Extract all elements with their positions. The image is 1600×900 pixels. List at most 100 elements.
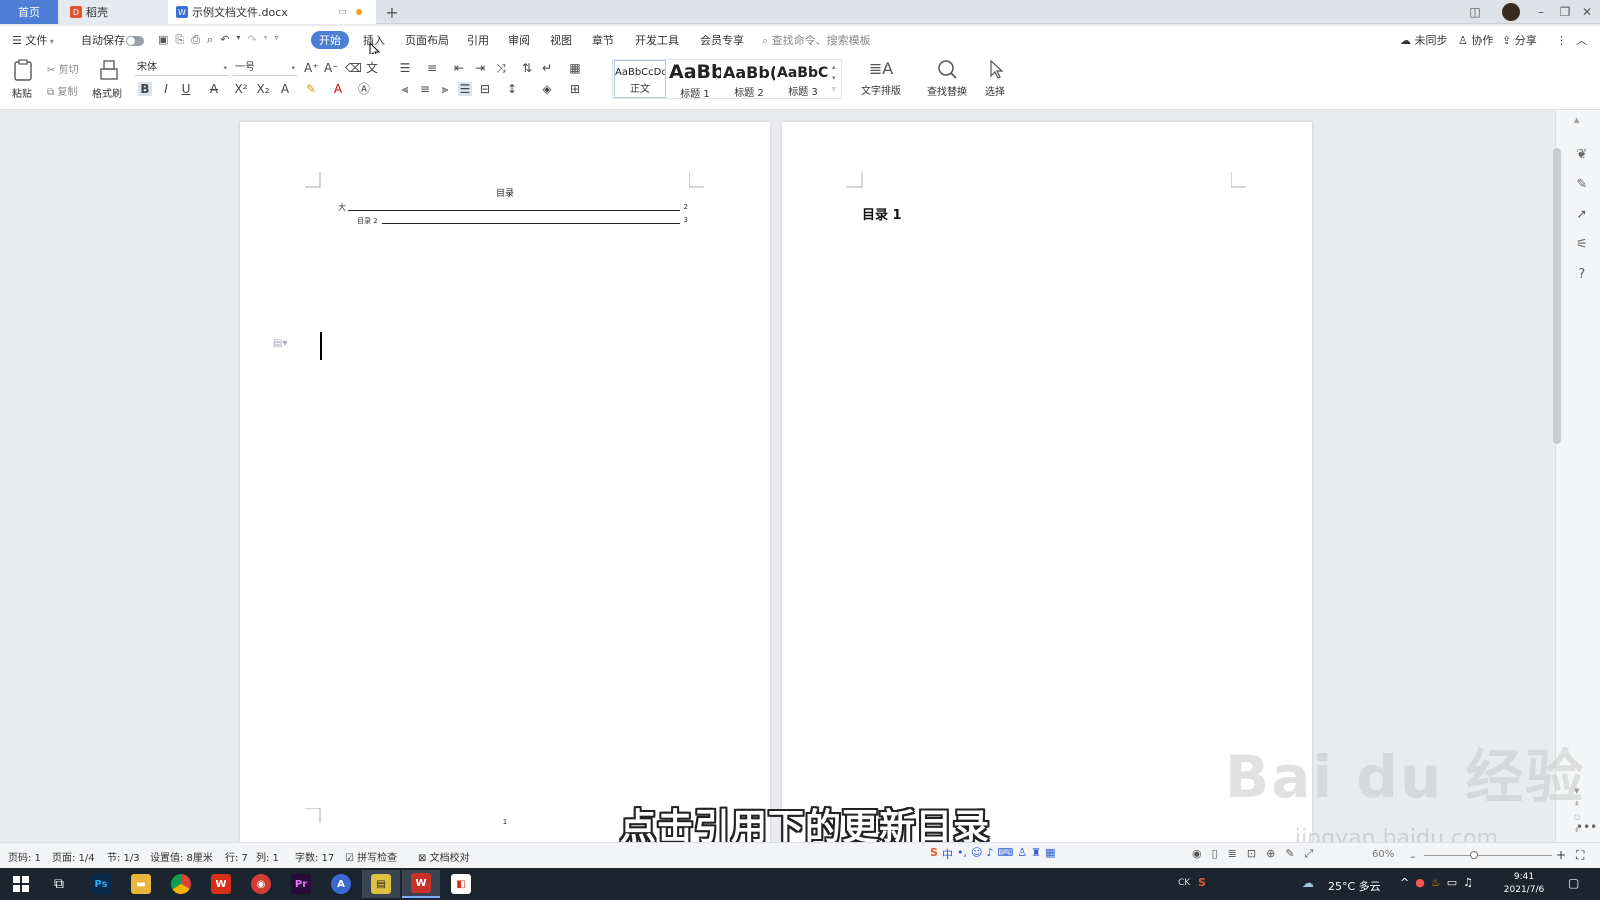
status-setting[interactable]: 设置值: 8厘米: [150, 849, 213, 864]
read-view-icon[interactable]: ⊡: [1247, 847, 1256, 861]
find-replace-button[interactable]: 查找替换: [922, 59, 972, 99]
menu-references[interactable]: 引用: [467, 33, 489, 49]
paragraph-options-icon[interactable]: ▤▾: [273, 338, 287, 349]
bold-icon[interactable]: B: [138, 82, 152, 96]
phonetic-icon[interactable]: 文: [365, 61, 379, 75]
taskbar-wps[interactable]: W: [202, 870, 240, 898]
menu-member[interactable]: 会员专享: [700, 33, 744, 49]
edit-view-icon[interactable]: ✎: [1285, 847, 1294, 861]
italic-icon[interactable]: I: [159, 82, 173, 96]
layout-icon[interactable]: ◫: [1466, 4, 1484, 20]
zoom-level[interactable]: 60%: [1372, 849, 1394, 860]
font-color-icon[interactable]: A: [331, 82, 345, 96]
subscript-icon[interactable]: X₂: [256, 82, 270, 96]
align-center-icon[interactable]: ≡: [418, 82, 432, 96]
style-heading-1[interactable]: AaBb 标题 1: [668, 60, 722, 100]
format-painter-button[interactable]: 格式刷: [92, 59, 126, 100]
align-right-icon[interactable]: ⫸: [438, 82, 452, 96]
redo-icon[interactable]: ↷: [247, 33, 256, 47]
select-button[interactable]: 选择: [978, 59, 1012, 99]
taskbar-app-a[interactable]: A: [322, 870, 360, 898]
zoom-in-icon[interactable]: +: [1556, 848, 1566, 862]
highlight-icon[interactable]: ✎: [304, 82, 318, 96]
paste-button[interactable]: 粘贴: [12, 59, 38, 100]
taskbar-photoshop[interactable]: Ps: [82, 870, 120, 898]
chevron-up-icon[interactable]: ▴: [832, 62, 836, 73]
zoom-slider[interactable]: [1424, 855, 1552, 856]
superscript-icon[interactable]: X²: [234, 82, 248, 96]
sort-icon[interactable]: ⇅: [520, 61, 534, 75]
decrease-indent-icon[interactable]: ⇤: [452, 61, 466, 75]
file-menu[interactable]: ☰ 文件 ▾: [12, 33, 54, 49]
page-view-icon[interactable]: ▯: [1212, 847, 1218, 861]
collab-button[interactable]: ♙ 协作: [1458, 33, 1493, 49]
autosave-toggle[interactable]: [126, 36, 144, 46]
restore-icon[interactable]: ❐: [1556, 4, 1574, 20]
volume-icon[interactable]: ♫: [1463, 876, 1473, 889]
chevron-down-icon[interactable]: ▾: [264, 33, 268, 47]
outline-view-icon[interactable]: ≣: [1228, 847, 1237, 861]
more-icon[interactable]: •••: [1576, 820, 1597, 834]
zoom-out-icon[interactable]: –: [1410, 850, 1416, 863]
quick-access-more-icon[interactable]: ▿: [275, 33, 279, 47]
cursor-icon[interactable]: ➚: [1576, 200, 1588, 230]
command-search[interactable]: ⌕ 查找命令、搜索模板: [762, 33, 871, 49]
status-row[interactable]: 行: 7: [225, 849, 248, 864]
font-name-select[interactable]: 宋体 ▾: [135, 60, 229, 76]
taskbar-writer[interactable]: W: [402, 870, 440, 898]
taskbar-slides[interactable]: ◧: [442, 870, 480, 898]
fullscreen-icon[interactable]: ⛶: [1576, 848, 1584, 863]
bullet-list-icon[interactable]: ☰: [398, 61, 412, 75]
help-icon[interactable]: ?: [1576, 260, 1588, 290]
taskbar-explorer[interactable]: ▬: [122, 870, 160, 898]
underline-icon[interactable]: U: [179, 82, 193, 96]
eye-icon[interactable]: ◉: [1192, 847, 1202, 861]
style-normal[interactable]: AaBbCcDd 正文: [614, 60, 666, 98]
scroll-up-icon[interactable]: ▲: [1574, 116, 1579, 124]
text-layout-button[interactable]: ≣A 文字排版: [856, 59, 906, 99]
avatar[interactable]: [1502, 3, 1520, 21]
distributed-icon[interactable]: ⊟: [478, 82, 492, 96]
style-heading-2[interactable]: AaBb( 标题 2: [722, 60, 776, 99]
taskbar-netease[interactable]: ◉: [242, 870, 280, 898]
minimize-icon[interactable]: –: [1532, 4, 1550, 20]
spell-check-button[interactable]: ☑ 拼写检查: [345, 849, 397, 864]
tab-document[interactable]: W 示例文档文件.docx ▭: [168, 0, 376, 24]
cut-button[interactable]: ✂ 剪切: [47, 61, 79, 76]
clock[interactable]: 9:41 2021/7/6: [1496, 871, 1552, 897]
web-view-icon[interactable]: ⊕: [1266, 847, 1275, 861]
status-section[interactable]: 节: 1/3: [107, 849, 140, 864]
taskbar-premiere[interactable]: Pr: [282, 870, 320, 898]
decrease-font-icon[interactable]: A⁻: [324, 61, 339, 75]
weather-text[interactable]: 25°C 多云: [1328, 878, 1381, 894]
more-vertical-icon[interactable]: ⋮: [1556, 33, 1567, 49]
monitor-icon[interactable]: ▭: [338, 7, 347, 17]
page-1[interactable]: 目录 大 2 目录 2 3 ▤▾ 1: [240, 122, 770, 842]
save-icon[interactable]: ▣: [158, 33, 168, 47]
vertical-scrollbar[interactable]: [1553, 148, 1561, 444]
chevron-down-icon[interactable]: ▾: [236, 33, 240, 47]
taskbar-recorder[interactable]: ▤: [362, 870, 400, 898]
fit-icon[interactable]: ⤢: [1305, 847, 1314, 861]
zoom-slider-thumb[interactable]: [1470, 851, 1478, 859]
line-spacing-icon[interactable]: ↕: [505, 82, 519, 96]
align-left-icon[interactable]: ⫷: [398, 82, 412, 96]
network-icon[interactable]: ▭: [1447, 876, 1457, 889]
shading-icon[interactable]: ◈: [540, 82, 554, 96]
font-size-select[interactable]: 一号 ▾: [233, 60, 297, 76]
chinese-layout-icon[interactable]: ⤨: [494, 61, 508, 75]
expand-icon[interactable]: ▿: [832, 84, 836, 95]
sync-status[interactable]: ☁ 未同步: [1400, 33, 1448, 49]
antivirus-icon[interactable]: ♨: [1431, 876, 1441, 889]
eraser-icon[interactable]: ⌫: [345, 61, 362, 75]
increase-indent-icon[interactable]: ⇥: [473, 61, 487, 75]
close-icon[interactable]: ✕: [1578, 4, 1596, 20]
notification-icon[interactable]: ▢: [1568, 876, 1579, 890]
save-as-icon[interactable]: ⎘: [175, 33, 184, 47]
tab-daoke[interactable]: D 稻壳: [60, 0, 168, 24]
record-icon[interactable]: ●: [1415, 876, 1425, 889]
start-button[interactable]: [2, 870, 40, 898]
print-preview-icon[interactable]: ⌕: [207, 33, 213, 47]
share-button[interactable]: ⇪ 分享: [1502, 33, 1537, 49]
char-border-icon[interactable]: Ⓐ: [357, 82, 371, 96]
